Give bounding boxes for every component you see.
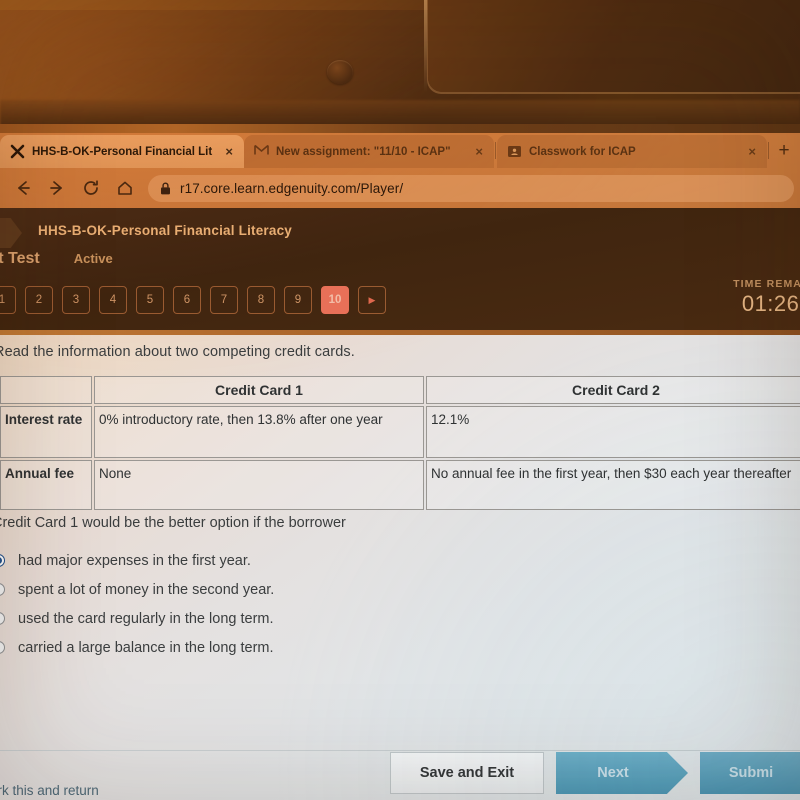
question-button-3[interactable]: 3: [62, 286, 90, 314]
time-remaining-label: TIME REMAI: [733, 278, 800, 290]
home-icon[interactable]: [108, 173, 142, 203]
time-remaining-value: 01:26:: [741, 291, 800, 316]
browser-tab-2-close-icon[interactable]: ×: [472, 145, 486, 158]
bezel-bottom-glow: [0, 124, 800, 133]
back-icon[interactable]: [6, 173, 40, 203]
question-navigator: 1 2 3 4 5 6 7 8 9 10 ▶: [0, 286, 386, 314]
answer-option-2-label: spent a lot of money in the second year.: [18, 581, 275, 598]
row-label-interest-rate: Interest rate: [0, 406, 92, 458]
radio-button-4[interactable]: [0, 641, 5, 654]
google-classroom-icon: [507, 144, 522, 159]
credit-card-comparison-table: Credit Card 1 Credit Card 2 Interest rat…: [0, 374, 800, 512]
save-and-exit-button[interactable]: Save and Exit: [390, 752, 544, 794]
browser-tab-1-title: HHS-B-OK-Personal Financial Lit: [32, 145, 213, 158]
table-header-row: Credit Card 1 Credit Card 2: [0, 376, 800, 404]
radio-button-1[interactable]: [0, 554, 5, 567]
time-remaining: TIME REMAI 01:26:: [733, 278, 800, 317]
new-tab-button[interactable]: +: [770, 137, 798, 165]
answer-option-2[interactable]: spent a lot of money in the second year.: [0, 575, 512, 604]
table-header-card1: Credit Card 1: [94, 376, 424, 404]
submit-button[interactable]: Submi: [700, 752, 800, 794]
laptop-bezel-photo: [0, 0, 800, 133]
edgenuity-x-icon: [10, 144, 25, 159]
table-header-blank: [0, 376, 92, 404]
browser-tab-1-close-icon[interactable]: ×: [222, 145, 236, 158]
answer-option-3-label: used the card regularly in the long term…: [18, 610, 274, 627]
next-question-arrow-icon[interactable]: ▶: [358, 286, 386, 314]
question-button-7[interactable]: 7: [210, 286, 238, 314]
question-button-8[interactable]: 8: [247, 286, 275, 314]
browser-toolbar: r17.core.learn.edgenuity.com/Player/: [0, 168, 800, 208]
photo-of-laptop-screen: HHS-B-OK-Personal Financial Lit × New as…: [0, 0, 800, 800]
question-content: Read the information about two competing…: [0, 335, 800, 800]
reload-icon[interactable]: [74, 173, 108, 203]
row-label-annual-fee: Annual fee: [0, 460, 92, 510]
footer-button-row: Save and Exit Next Submi: [390, 752, 800, 794]
table-row: Annual fee None No annual fee in the fir…: [0, 460, 800, 510]
browser-tab-2-title: New assignment: "11/10 - ICAP": [276, 145, 451, 158]
assignment-row: nit Test Active: [0, 250, 113, 268]
lock-icon: [160, 182, 171, 195]
question-button-10[interactable]: 10: [321, 286, 349, 314]
question-button-2[interactable]: 2: [25, 286, 53, 314]
question-intro: Read the information about two competing…: [0, 344, 355, 360]
bezel-camera-dot: [327, 60, 353, 84]
tab-separator: [495, 142, 496, 159]
answer-option-1[interactable]: had major expenses in the first year.: [0, 546, 512, 575]
browser-tab-3-title: Classwork for ICAP: [529, 145, 636, 158]
radio-button-3[interactable]: [0, 612, 5, 625]
question-button-5[interactable]: 5: [136, 286, 164, 314]
tab-separator-2: [768, 142, 769, 159]
browser-chrome: HHS-B-OK-Personal Financial Lit × New as…: [0, 133, 800, 208]
assignment-type-label: nit Test: [0, 250, 40, 267]
answer-option-3[interactable]: used the card regularly in the long term…: [0, 604, 512, 633]
edgenuity-header: HHS-B-OK-Personal Financial Literacy nit…: [0, 208, 800, 335]
radio-button-2[interactable]: [0, 583, 5, 596]
browser-tab-3-close-icon[interactable]: ×: [745, 145, 759, 158]
address-bar-url: r17.core.learn.edgenuity.com/Player/: [180, 180, 404, 196]
cell-annual-fee-card1: None: [94, 460, 424, 510]
question-stem: Credit Card 1 would be the better option…: [0, 515, 346, 531]
edgenuity-logo: [0, 218, 22, 248]
address-bar[interactable]: r17.core.learn.edgenuity.com/Player/: [148, 174, 794, 202]
answer-option-1-label: had major expenses in the first year.: [18, 552, 251, 569]
question-button-6[interactable]: 6: [173, 286, 201, 314]
question-button-4[interactable]: 4: [99, 286, 127, 314]
answer-option-4[interactable]: carried a large balance in the long term…: [0, 633, 512, 662]
cell-interest-rate-card2: 12.1%: [426, 406, 800, 458]
answer-options: had major expenses in the first year. sp…: [0, 546, 512, 662]
cell-interest-rate-card1: 0% introductory rate, then 13.8% after o…: [94, 406, 424, 458]
bezel-panel-highlight: [424, 0, 427, 92]
browser-tab-strip: HHS-B-OK-Personal Financial Lit × New as…: [0, 133, 800, 168]
table-header-card2: Credit Card 2: [426, 376, 800, 404]
table-row: Interest rate 0% introductory rate, then…: [0, 406, 800, 458]
cell-annual-fee-card2: No annual fee in the first year, then $3…: [426, 460, 800, 510]
question-button-1[interactable]: 1: [0, 286, 16, 314]
mark-this-and-return-link[interactable]: ark this and return: [0, 783, 99, 798]
bezel-right-panel: [428, 0, 800, 92]
next-button[interactable]: Next: [556, 752, 688, 794]
course-title: HHS-B-OK-Personal Financial Literacy: [38, 223, 293, 238]
footer-divider: [0, 750, 800, 751]
forward-icon[interactable]: [40, 173, 74, 203]
status-badge: Active: [73, 251, 113, 266]
browser-tab-3[interactable]: Classwork for ICAP ×: [497, 135, 767, 168]
gmail-icon: [254, 144, 269, 159]
question-button-9[interactable]: 9: [284, 286, 312, 314]
answer-option-4-label: carried a large balance in the long term…: [18, 639, 274, 656]
browser-tab-2[interactable]: New assignment: "11/10 - ICAP" ×: [244, 135, 494, 168]
browser-tab-1[interactable]: HHS-B-OK-Personal Financial Lit ×: [0, 135, 244, 168]
